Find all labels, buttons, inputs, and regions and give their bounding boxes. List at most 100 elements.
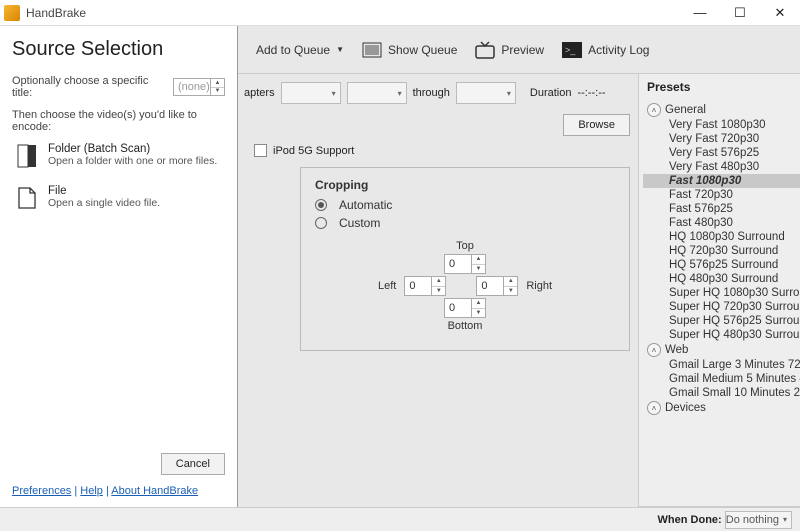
crop-auto-radio[interactable]: Automatic [315, 198, 615, 212]
crop-top-spin[interactable]: 0▲▼ [444, 254, 486, 274]
chapter-end-combo[interactable] [456, 82, 516, 104]
radio-dot-icon [315, 199, 327, 211]
source-file-subtitle: Open a single video file. [48, 197, 160, 209]
preset-item[interactable]: HQ 1080p30 Surround [643, 230, 800, 244]
crop-bottom-value: 0 [445, 302, 471, 314]
crop-left-value: 0 [405, 280, 431, 292]
preset-item[interactable]: Fast 480p30 [643, 216, 800, 230]
window-maximize-button[interactable]: ☐ [720, 0, 760, 26]
chevron-up-icon: ˄ [647, 103, 661, 117]
chevron-up-icon: ˄ [647, 401, 661, 415]
crop-auto-label: Automatic [339, 198, 392, 212]
preset-group[interactable]: ˄ Devices [643, 400, 800, 416]
title-spin[interactable]: (none) ▲▼ [173, 78, 225, 96]
duration-label: Duration [530, 87, 572, 99]
window-close-button[interactable]: ✕ [760, 0, 800, 26]
preset-item[interactable]: HQ 720p30 Surround [643, 244, 800, 258]
presets-heading: Presets [639, 74, 800, 100]
preset-item[interactable]: Super HQ 1080p30 Surround [643, 286, 800, 300]
preset-item[interactable]: Fast 1080p30 [643, 174, 800, 188]
browse-button[interactable]: Browse [563, 114, 630, 136]
preset-group-label: Web [665, 344, 688, 356]
preset-item[interactable]: Gmail Small 10 Minutes 288p30 [643, 386, 800, 400]
about-link[interactable]: About HandBrake [111, 485, 198, 497]
crop-left-spin[interactable]: 0▲▼ [404, 276, 446, 296]
activity-log-label: Activity Log [588, 43, 649, 57]
show-queue-label: Show Queue [388, 43, 457, 57]
svg-text:>_: >_ [565, 45, 576, 55]
crop-custom-radio[interactable]: Custom [315, 216, 615, 230]
app-logo-icon [4, 5, 20, 21]
preview-label: Preview [501, 43, 544, 57]
preset-item[interactable]: Gmail Medium 5 Minutes 480p30 [643, 372, 800, 386]
preset-item[interactable]: Fast 720p30 [643, 188, 800, 202]
help-link[interactable]: Help [80, 485, 103, 497]
radio-empty-icon [315, 217, 327, 229]
presets-panel: Presets ˄GeneralVery Fast 1080p30Very Fa… [638, 74, 800, 531]
show-queue-button[interactable]: Show Queue [362, 40, 457, 60]
queue-icon [362, 40, 382, 60]
add-to-queue-button[interactable]: Add to Queue ▼ [256, 43, 344, 57]
crop-right-label: Right [526, 280, 552, 292]
overlay-links: Preferences | Help | About HandBrake [12, 485, 225, 497]
status-bar: When Done: Do nothing [0, 507, 800, 531]
window-title: HandBrake [26, 6, 86, 20]
crop-bottom-label: Bottom [448, 320, 483, 332]
source-file-option[interactable]: File Open a single video file. [12, 185, 225, 211]
title-bar: HandBrake — ☐ ✕ [0, 0, 800, 26]
cropping-heading: Cropping [315, 178, 615, 192]
preset-item[interactable]: HQ 576p25 Surround [643, 258, 800, 272]
preset-item[interactable]: Fast 576p25 [643, 202, 800, 216]
preset-item[interactable]: Gmail Large 3 Minutes 720p30 [643, 358, 800, 372]
preset-group[interactable]: ˄General [643, 102, 800, 118]
preset-item[interactable]: Very Fast 576p25 [643, 146, 800, 160]
preferences-link[interactable]: Preferences [12, 485, 71, 497]
range-type-combo[interactable] [281, 82, 341, 104]
when-done-label: When Done: [658, 514, 722, 526]
chapters-label: apters [244, 87, 275, 99]
cancel-button[interactable]: Cancel [161, 453, 225, 475]
preview-button[interactable]: Preview [475, 40, 544, 60]
crop-top-label: Top [456, 240, 474, 252]
cropping-group: Cropping Automatic Custom Top 0▲ [300, 167, 630, 351]
crop-right-spin[interactable]: 0▲▼ [476, 276, 518, 296]
source-folder-subtitle: Open a folder with one or more files. [48, 155, 217, 167]
chevron-up-icon: ˄ [647, 343, 661, 357]
source-folder-title: Folder (Batch Scan) [48, 143, 217, 155]
preset-item[interactable]: Super HQ 576p25 Surround [643, 314, 800, 328]
crop-top-value: 0 [445, 258, 471, 270]
preset-item[interactable]: Very Fast 480p30 [643, 160, 800, 174]
through-label: through [413, 87, 450, 99]
ipod-label: iPod 5G Support [273, 145, 354, 157]
source-file-title: File [48, 185, 160, 197]
browse-label: Browse [578, 119, 615, 131]
folder-icon [16, 143, 38, 169]
optional-title-label: Optionally choose a specific title: [12, 75, 167, 99]
when-done-value: Do nothing [726, 514, 779, 526]
add-to-queue-label: Add to Queue [256, 43, 330, 57]
when-done-combo[interactable]: Do nothing [725, 511, 792, 529]
preset-item[interactable]: HQ 480p30 Surround [643, 272, 800, 286]
window-minimize-button[interactable]: — [680, 0, 720, 26]
preset-tree[interactable]: ˄GeneralVery Fast 1080p30Very Fast 720p3… [639, 100, 800, 506]
title-value: (none) [174, 81, 210, 93]
then-label: Then choose the video(s) you'd like to e… [12, 109, 225, 133]
cancel-label: Cancel [176, 458, 210, 470]
preset-item[interactable]: Very Fast 720p30 [643, 132, 800, 146]
preset-item[interactable]: Super HQ 720p30 Surround [643, 300, 800, 314]
tv-icon [475, 40, 495, 60]
crop-left-label: Left [378, 280, 396, 292]
preset-item[interactable]: Very Fast 1080p30 [643, 118, 800, 132]
ipod-checkbox[interactable] [254, 144, 267, 157]
duration-value: --:--:-- [577, 87, 605, 99]
source-folder-option[interactable]: Folder (Batch Scan) Open a folder with o… [12, 143, 225, 169]
chapter-start-combo[interactable] [347, 82, 407, 104]
terminal-icon: >_ [562, 40, 582, 60]
crop-custom-label: Custom [339, 216, 380, 230]
preset-item[interactable]: Super HQ 480p30 Surround [643, 328, 800, 342]
preset-group[interactable]: ˄ Web [643, 342, 800, 358]
activity-log-button[interactable]: >_ Activity Log [562, 40, 649, 60]
crop-bottom-spin[interactable]: 0▲▼ [444, 298, 486, 318]
source-selection-title: Source Selection [12, 38, 225, 61]
preset-group-label: Devices [665, 402, 706, 414]
